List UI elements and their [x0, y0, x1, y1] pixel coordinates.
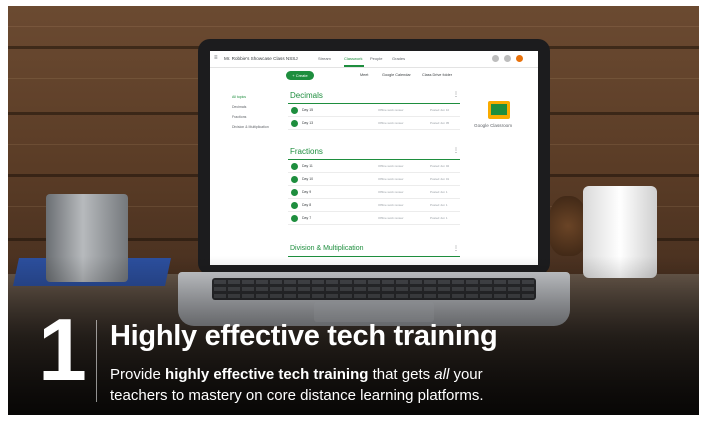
list-item[interactable]: Day 15 Offline work review Posted Jun 10	[288, 105, 460, 117]
section-title-division: Division & Multiplication	[290, 245, 364, 252]
class-title[interactable]: Mr. Robbie's Showcase Class NSSJ	[224, 56, 298, 61]
hamburger-menu-icon[interactable]: ≡	[214, 55, 218, 61]
more-options-icon[interactable]: ⋮	[453, 245, 459, 252]
tab-grades[interactable]: Grades	[392, 56, 405, 61]
item-title: Day 10	[302, 177, 314, 181]
assignment-icon	[291, 120, 298, 127]
google-classroom-logo-icon	[488, 101, 510, 119]
wood-grain	[8, 26, 699, 27]
item-title: Day 8	[302, 203, 312, 207]
avatar[interactable]	[516, 55, 523, 62]
item-date: Posted Jun 05	[430, 121, 450, 125]
item-date: Posted Jun 01	[430, 177, 450, 181]
list-item[interactable]: Day 8 Offline work review Posted Jun 1	[288, 200, 460, 212]
item-desc: Offline work review	[378, 203, 404, 207]
headline: Highly effective tech training	[110, 320, 498, 352]
subheadline: Provide highly effective tech training t…	[110, 366, 484, 404]
assignment-icon	[291, 189, 298, 196]
item-title: Day 7	[302, 216, 312, 220]
apps-grid-icon[interactable]	[504, 55, 511, 62]
list-item[interactable]: Day 11 Offline work review Posted Jun 02	[288, 161, 460, 173]
step-number: 1	[38, 300, 87, 399]
laptop-lid: ≡ Mr. Robbie's Showcase Class NSSJ Strea…	[198, 39, 550, 275]
list-item[interactable]: Day 9 Offline work review Posted Jun 1	[288, 187, 460, 199]
tab-classwork[interactable]: Classwork	[344, 56, 362, 61]
tab-stream[interactable]: Stream	[318, 56, 331, 61]
item-desc: Offline work review	[378, 121, 404, 125]
item-desc: Offline work review	[378, 177, 404, 181]
section-divider	[288, 103, 460, 104]
assignment-icon	[291, 215, 298, 222]
sidebar-item-division[interactable]: Division & Multiplication	[232, 125, 269, 129]
item-date: Posted Jun 1	[430, 190, 448, 194]
section-title-fractions: Fractions	[290, 147, 323, 156]
section-title-decimals: Decimals	[290, 91, 323, 100]
item-date: Posted Jun 1	[430, 203, 448, 207]
active-tab-indicator	[344, 65, 364, 67]
assignment-icon	[291, 163, 298, 170]
item-desc: Offline work review	[378, 190, 404, 194]
item-date: Posted Jun 1	[430, 216, 448, 220]
assignment-icon	[291, 202, 298, 209]
frame: ≡ Mr. Robbie's Showcase Class NSSJ Strea…	[0, 0, 707, 421]
item-desc: Offline work review	[378, 164, 404, 168]
section-divider	[288, 159, 460, 160]
item-title: Day 11	[302, 164, 313, 168]
assignment-icon	[291, 107, 298, 114]
tab-people[interactable]: People	[370, 56, 382, 61]
sidebar-item-fractions[interactable]: Fractions	[232, 115, 246, 119]
sidebar-item-decimals[interactable]: Decimals	[232, 105, 246, 109]
settings-icon[interactable]	[492, 55, 499, 62]
hero-photo: ≡ Mr. Robbie's Showcase Class NSSJ Strea…	[8, 6, 699, 415]
classroom-topbar: ≡ Mr. Robbie's Showcase Class NSSJ Strea…	[210, 51, 538, 68]
item-desc: Offline work review	[378, 216, 404, 220]
assignment-icon	[291, 176, 298, 183]
more-options-icon[interactable]: ⋮	[453, 147, 459, 154]
item-title: Day 13	[302, 121, 314, 125]
list-item[interactable]: Day 7 Offline work review Posted Jun 1	[288, 213, 460, 225]
item-date: Posted Jun 02	[430, 164, 450, 168]
sidebar-item-all-topics[interactable]: All topics	[232, 95, 246, 99]
drive-folder-link[interactable]: Class Drive folder	[422, 73, 452, 77]
more-options-icon[interactable]: ⋮	[453, 91, 459, 98]
item-title: Day 15	[302, 108, 314, 112]
create-button[interactable]: + Create	[286, 71, 314, 80]
list-item[interactable]: Day 13 Offline work review Posted Jun 05	[288, 118, 460, 130]
calendar-link[interactable]: Google Calendar	[382, 73, 411, 77]
laptop-screen: ≡ Mr. Robbie's Showcase Class NSSJ Strea…	[210, 51, 538, 265]
brand-label: Google Classroom	[474, 123, 513, 128]
item-date: Posted Jun 10	[430, 108, 450, 112]
meet-link[interactable]: Meet	[360, 73, 368, 77]
item-title: Day 9	[302, 190, 312, 194]
pinecone	[548, 196, 588, 256]
item-desc: Offline work review	[378, 108, 404, 112]
list-item[interactable]: Day 10 Offline work review Posted Jun 01	[288, 174, 460, 186]
divider-line	[96, 320, 97, 402]
